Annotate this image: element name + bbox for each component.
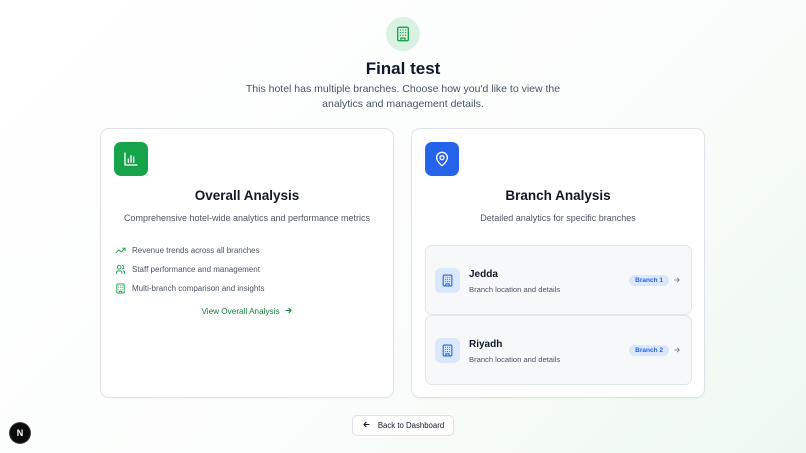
view-overall-analysis-link[interactable]: View Overall Analysis — [101, 306, 393, 317]
branch-description: Branch location and details — [469, 355, 561, 364]
back-to-dashboard-label: Back to Dashboard — [377, 421, 445, 430]
users-icon — [114, 263, 126, 275]
view-overall-analysis-label: View Overall Analysis — [201, 307, 280, 316]
trending-up-icon — [114, 244, 126, 256]
building-icon — [386, 17, 420, 51]
next-logo-badge[interactable]: N — [10, 423, 30, 443]
page-title: Final test — [365, 59, 441, 78]
branch-name: Jedda — [469, 269, 498, 280]
arrow-left-icon — [362, 420, 371, 431]
arrow-right-icon — [672, 345, 682, 355]
overall-analysis-description: Comprehensive hotel-wide analytics and p… — [123, 213, 371, 223]
branch-list: Jedda Branch location and details Branch… — [425, 245, 692, 385]
building-icon — [435, 338, 460, 363]
page-subtitle: This hotel has multiple branches. Choose… — [245, 83, 561, 110]
branch-item-riyadh[interactable]: Riyadh Branch location and details Branc… — [425, 315, 692, 385]
branch-analysis-title: Branch Analysis — [505, 188, 611, 203]
feature-label: Revenue trends across all branches — [132, 245, 260, 255]
overall-analysis-card[interactable]: Overall Analysis Comprehensive hotel-wid… — [100, 128, 394, 398]
feature-label: Staff performance and management — [132, 264, 260, 274]
branch-badge: Branch 1 — [629, 275, 669, 286]
feature-multi-branch: Multi-branch comparison and insights — [114, 282, 265, 294]
badge-letter: N — [16, 428, 24, 438]
building-icon — [114, 282, 126, 294]
map-pin-icon — [425, 142, 459, 176]
overall-analysis-title: Overall Analysis — [194, 188, 300, 203]
branch-analysis-description: Detailed analytics for specific branches — [480, 213, 636, 223]
branch-name: Riyadh — [469, 339, 503, 350]
feature-revenue-trends: Revenue trends across all branches — [114, 244, 260, 256]
arrow-right-icon — [284, 306, 293, 317]
branch-description: Branch location and details — [469, 285, 561, 294]
feature-label: Multi-branch comparison and insights — [132, 283, 265, 293]
bar-chart-icon — [114, 142, 148, 176]
branch-item-jedda[interactable]: Jedda Branch location and details Branch… — [425, 245, 692, 315]
branch-analysis-card: Branch Analysis Detailed analytics for s… — [411, 128, 705, 398]
arrow-right-icon — [672, 275, 682, 285]
back-to-dashboard-button[interactable]: Back to Dashboard — [352, 415, 454, 436]
building-icon — [435, 268, 460, 293]
branch-badge: Branch 2 — [629, 345, 669, 356]
feature-staff-performance: Staff performance and management — [114, 263, 260, 275]
